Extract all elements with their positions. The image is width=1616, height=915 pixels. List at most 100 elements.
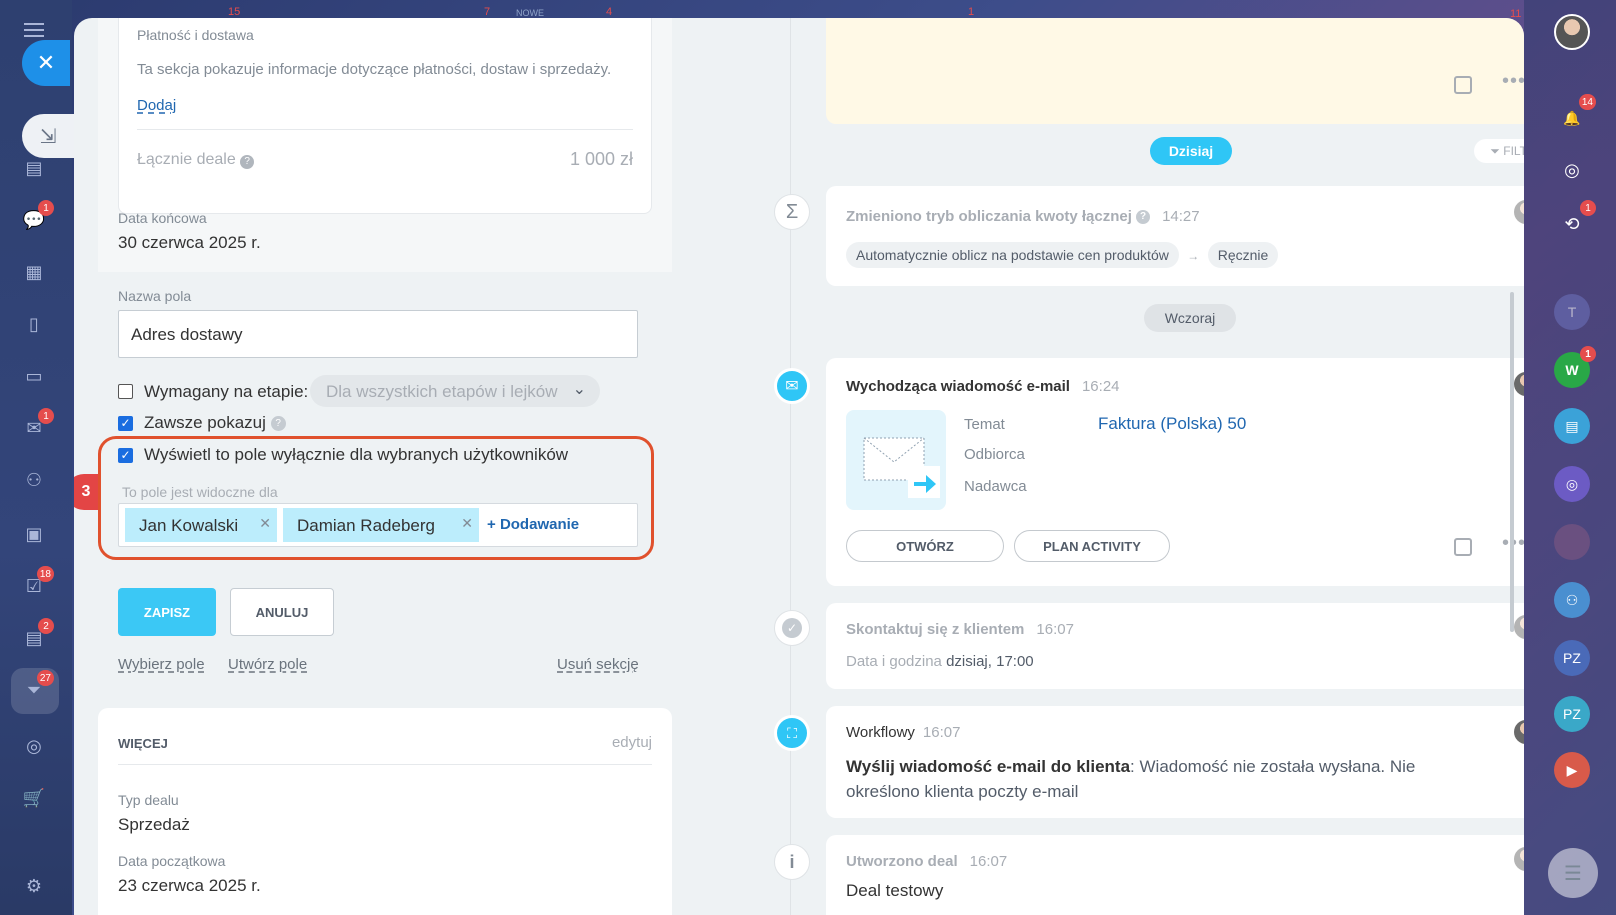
create-field-link[interactable]: Utwórz pole [228, 656, 307, 673]
remove-icon[interactable]: ✕ [461, 515, 473, 532]
tasks-badge: 18 [36, 566, 54, 582]
end-date-value: 30 czerwca 2025 r. [118, 233, 261, 252]
user-avatar[interactable] [1554, 14, 1590, 50]
target-icon[interactable]: ◎ [20, 732, 48, 760]
top-badge-3: 4 [606, 6, 613, 18]
video-call-icon[interactable]: ▶ [1554, 752, 1590, 788]
avatar[interactable] [1514, 200, 1524, 224]
end-date-label: Data końcowa [118, 210, 207, 226]
sync-icon[interactable]: ⟲ 1 [1554, 200, 1596, 242]
contact-image[interactable] [1554, 524, 1590, 560]
help-icon[interactable]: ? [270, 416, 286, 432]
stage-select[interactable]: Dla wszystkich etapów i lejków ⌄ [310, 375, 600, 407]
chat-icon[interactable]: 💬 1 [20, 200, 54, 234]
feed-icon[interactable]: ▤ [20, 154, 48, 182]
plus-icon: + [487, 516, 500, 533]
always-show-checkbox[interactable]: ✓ [118, 416, 133, 431]
to-pill: Ręcznie [1207, 242, 1279, 268]
contact-t[interactable]: T [1554, 294, 1590, 330]
activity-icon[interactable]: ◎ [1554, 152, 1590, 188]
mail-badge: 1 [38, 408, 54, 424]
start-date-value: 23 czerwca 2025 r. [118, 876, 261, 895]
avatar[interactable] [1514, 720, 1524, 744]
delete-section-link[interactable]: Usuń sekcję [557, 656, 639, 673]
item-time: 14:27 [1162, 208, 1200, 225]
plan-activity-button[interactable]: PLAN ACTIVITY [1014, 530, 1170, 562]
item-title-text: Utworzono deal [846, 853, 958, 870]
add-user-button[interactable]: + Dodawanie [487, 516, 579, 533]
open-email-button[interactable]: OTWÓRZ [846, 530, 1004, 562]
timeline-item-created: Utworzono deal 16:07 Deal testowy [826, 835, 1524, 915]
arrow-right-icon: → [1187, 249, 1200, 263]
deal-type-value: Sprzedaż [118, 815, 190, 834]
news-icon[interactable]: ▤ 2 [20, 618, 54, 652]
add-user-label: Dodawanie [499, 516, 580, 533]
cart-icon[interactable]: 🛒 [20, 784, 48, 812]
groups-icon[interactable]: ▣ [20, 520, 48, 548]
note-icon[interactable] [1454, 76, 1472, 94]
employees-icon[interactable]: ⚇ [20, 466, 48, 494]
filter-button[interactable]: ⏷ FILTR [1474, 139, 1524, 163]
info-icon: i [774, 844, 810, 880]
cancel-button[interactable]: ANULUJ [230, 588, 334, 636]
item-title: Wychodząca wiadomość e-mail 16:24 [846, 378, 1120, 395]
avatar[interactable] [1514, 372, 1524, 396]
restrict-checkbox[interactable]: ✓ [118, 448, 133, 463]
choose-field-link[interactable]: Wybierz pole [118, 656, 205, 673]
notifications-badge: 14 [1578, 94, 1596, 110]
scrollbar[interactable] [1510, 292, 1514, 632]
contact-group-1[interactable]: ▤ [1554, 408, 1590, 444]
document-icon[interactable]: ▯ [20, 310, 48, 338]
datetime-label: Data i godzina [846, 653, 942, 670]
item-title-text: Wychodząca wiadomość e-mail [846, 378, 1070, 395]
avatar[interactable] [1514, 847, 1524, 871]
user-chip[interactable]: Jan Kowalski ✕ [125, 508, 277, 542]
user-selector[interactable]: Jan Kowalski ✕ Damian Radeberg ✕ + Dodawan… [118, 503, 638, 547]
avatar[interactable] [1514, 615, 1524, 639]
notifications-icon[interactable]: 🔔 14 [1554, 94, 1596, 136]
note-icon[interactable] [1454, 538, 1472, 556]
calendar-icon[interactable]: ▦ [20, 258, 48, 286]
mail-icon[interactable]: ✉ 1 [20, 408, 54, 442]
timeline-item-workflow: Workflowy 16:07 Wyślij wiadomość e-mail d… [826, 706, 1524, 818]
chat-list-button[interactable]: ☰ [1548, 848, 1598, 898]
save-button[interactable]: ZAPISZ [118, 588, 216, 636]
settings-icon[interactable]: ⚙ [20, 872, 48, 900]
contact-group-3[interactable]: ⚇ [1554, 582, 1590, 618]
total-label-text: Łącznie deale [137, 151, 236, 168]
more-edit-link[interactable]: edytuj [612, 734, 652, 751]
divider [118, 764, 652, 765]
crm-badge: 27 [36, 670, 54, 686]
remove-icon[interactable]: ✕ [259, 515, 271, 532]
crm-icon[interactable]: ⏷ 27 [20, 670, 54, 704]
change-row: Automatycznie oblicz na podstawie cen pr… [846, 242, 1279, 268]
item-title: Utworzono deal 16:07 [846, 853, 1007, 870]
payment-add-link[interactable]: Dodaj [137, 97, 176, 114]
sigma-icon: Σ [774, 194, 810, 230]
contact-pz-2[interactable]: PZ [1554, 696, 1590, 732]
divider [137, 129, 633, 130]
subject-link[interactable]: Faktura (Polska) 50 [1098, 414, 1246, 434]
minimize-slider-button[interactable]: ⇲ [22, 114, 74, 158]
drive-icon[interactable]: ▭ [20, 362, 48, 390]
item-title: Zmieniono tryb obliczania kwoty łącznej … [846, 208, 1200, 225]
user-chip-name: Damian Radeberg [297, 516, 435, 535]
item-time: 16:07 [922, 724, 961, 741]
field-name-input[interactable]: Adres dostawy [118, 310, 638, 358]
stage-select-value: Dla wszystkich etapów i lejków [326, 382, 558, 401]
item-title-text: Skontaktuj się z klientem [846, 621, 1025, 638]
required-checkbox[interactable] [118, 384, 133, 399]
envelope-icon [863, 437, 940, 498]
news-badge: 2 [38, 618, 54, 634]
contact-pz-1[interactable]: PZ [1554, 640, 1590, 676]
help-icon[interactable]: ? [240, 155, 255, 169]
help-icon[interactable]: ? [1136, 210, 1151, 225]
contact-group-2[interactable]: ◎ [1554, 466, 1590, 502]
contact-w[interactable]: W1 [1554, 346, 1596, 388]
minimize-icon: ⇲ [39, 125, 57, 148]
close-slider-button[interactable]: ✕ [22, 40, 70, 86]
email-thumbnail [846, 410, 946, 510]
user-chip[interactable]: Damian Radeberg ✕ [283, 508, 479, 542]
tasks-icon[interactable]: ☑ 18 [20, 566, 54, 600]
more-icon[interactable]: ••• [1502, 70, 1524, 93]
